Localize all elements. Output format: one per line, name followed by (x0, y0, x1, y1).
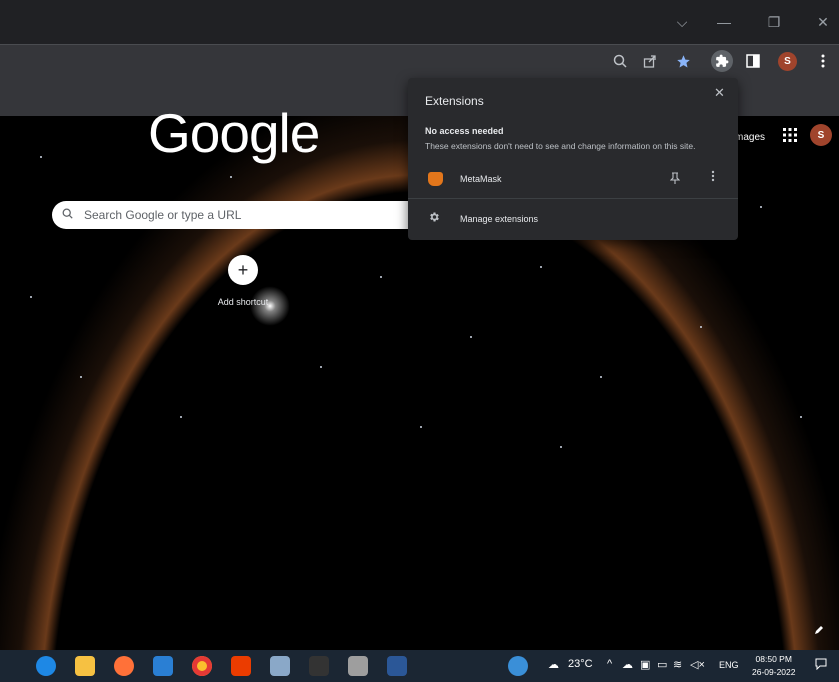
chrome-icon[interactable] (192, 656, 212, 676)
close-icon[interactable]: ✕ (714, 85, 725, 101)
mail-icon[interactable] (153, 656, 173, 676)
customize-pencil-icon[interactable] (814, 623, 824, 638)
bookmark-star-icon[interactable] (672, 50, 694, 72)
zoom-icon[interactable] (609, 50, 631, 72)
popup-title: Extensions (425, 94, 484, 108)
popup-divider (408, 198, 738, 199)
section-heading: No access needed (425, 126, 504, 136)
paint-icon[interactable] (348, 656, 368, 676)
onedrive-icon[interactable]: ☁ (622, 658, 633, 671)
manage-extensions-row[interactable]: Manage extensions (408, 204, 738, 234)
extensions-puzzle-icon[interactable] (711, 50, 733, 72)
office-icon[interactable] (231, 656, 251, 676)
file-explorer-icon[interactable] (75, 656, 95, 676)
edge-icon[interactable] (36, 656, 56, 676)
windows-taskbar: ☁ 23°C ^ ☁ ▣ ▭ ≋ ◁× ENG 08:50 PM 26-09-2… (0, 650, 839, 682)
chrome-titlebar: ⌵ — ❐ ✕ (0, 0, 839, 44)
add-shortcut-button[interactable]: + (228, 255, 258, 285)
more-menu-icon[interactable] (812, 50, 834, 72)
extensions-popup: Extensions ✕ No access needed These exte… (408, 78, 738, 240)
manage-extensions-label: Manage extensions (460, 214, 539, 224)
side-panel-icon[interactable] (742, 50, 764, 72)
search-box[interactable]: Search Google or type a URL (52, 201, 435, 229)
network-icon[interactable]: ▣ (640, 658, 650, 671)
help-icon[interactable] (508, 656, 528, 676)
pin-icon[interactable] (669, 172, 681, 187)
weather-icon[interactable]: ☁ (548, 658, 559, 671)
battery-icon[interactable]: ▭ (657, 658, 667, 671)
gear-icon (428, 211, 440, 226)
section-description: These extensions don't need to see and c… (425, 141, 696, 151)
restore-button[interactable]: ❐ (759, 8, 789, 36)
show-hidden-icons-icon[interactable]: ^ (607, 658, 612, 670)
extension-more-icon[interactable] (711, 170, 715, 185)
search-icon (62, 208, 78, 222)
sticky-notes-icon[interactable] (270, 656, 290, 676)
extension-row-metamask[interactable]: MetaMask (408, 164, 738, 196)
wifi-icon[interactable]: ≋ (673, 658, 682, 671)
terminal-icon[interactable] (309, 656, 329, 676)
weather-temperature[interactable]: 23°C (568, 658, 593, 670)
plus-icon: + (237, 259, 249, 280)
firefox-icon[interactable] (114, 656, 134, 676)
search-input[interactable]: Search Google or type a URL (84, 208, 403, 222)
clock-date: 26-09-2022 (752, 667, 796, 677)
tab-search-dropdown-icon[interactable]: ⌵ (667, 8, 697, 36)
volume-icon[interactable]: ◁× (690, 658, 705, 671)
metamask-fox-icon (428, 172, 443, 186)
word-icon[interactable] (387, 656, 407, 676)
share-icon[interactable] (639, 50, 661, 72)
language-indicator[interactable]: ENG (719, 660, 739, 670)
notifications-icon[interactable] (815, 658, 827, 673)
account-avatar[interactable]: S (810, 124, 832, 146)
profile-avatar[interactable]: S (778, 52, 797, 71)
google-logo: Google (148, 102, 320, 164)
extension-name: MetaMask (460, 174, 502, 184)
clock[interactable]: 08:50 PM 26-09-2022 (752, 653, 795, 679)
add-shortcut-label: Add shortcut (217, 297, 269, 307)
clock-time: 08:50 PM (755, 654, 792, 664)
images-link[interactable]: mages (735, 132, 765, 143)
close-window-button[interactable]: ✕ (808, 8, 838, 36)
google-apps-icon[interactable] (781, 128, 799, 146)
minimize-button[interactable]: — (709, 8, 739, 36)
